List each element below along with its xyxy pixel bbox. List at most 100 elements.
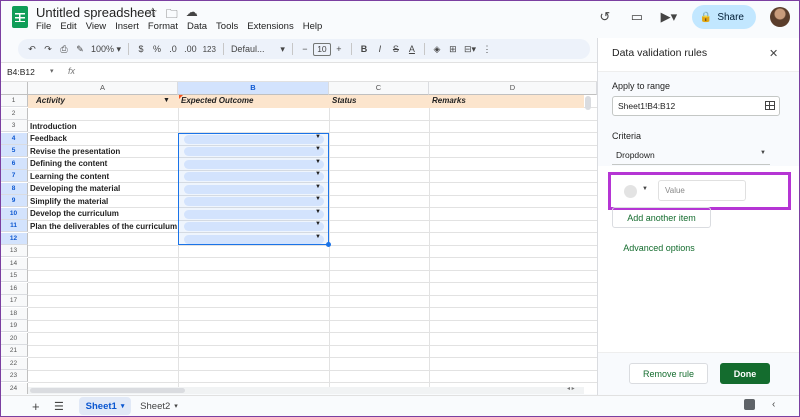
dropdown-chip[interactable]: ▼ bbox=[184, 184, 324, 194]
menu-insert[interactable]: Insert bbox=[115, 21, 139, 32]
value-input[interactable]: Value bbox=[658, 180, 746, 201]
all-sheets-icon[interactable]: ☰ bbox=[54, 400, 64, 413]
font-select[interactable]: Defaul... ▾ bbox=[228, 41, 288, 57]
row-header-20[interactable]: 20 bbox=[0, 332, 28, 345]
dropdown-chip[interactable]: ▼ bbox=[184, 234, 324, 244]
column-header-d[interactable]: D bbox=[429, 82, 597, 95]
filter-dropdown-icon[interactable]: ▼ bbox=[163, 97, 170, 104]
explore-icon[interactable] bbox=[744, 399, 755, 410]
font-size-input[interactable]: 10 bbox=[312, 42, 331, 56]
cell-a8[interactable]: Developing the material bbox=[30, 183, 120, 195]
dropdown-chip[interactable]: ▼ bbox=[184, 209, 324, 219]
menu-view[interactable]: View bbox=[86, 21, 106, 32]
italic-button[interactable]: I bbox=[372, 41, 388, 57]
zoom-select[interactable]: 100% ▾ bbox=[88, 41, 124, 57]
menu-format[interactable]: Format bbox=[148, 21, 178, 32]
undo-icon[interactable]: ↶ bbox=[24, 41, 40, 57]
bold-button[interactable]: B bbox=[356, 41, 372, 57]
print-icon[interactable]: ⎙ bbox=[56, 41, 72, 57]
remove-rule-button[interactable]: Remove rule bbox=[629, 363, 708, 384]
font-size-increase-icon[interactable]: + bbox=[331, 41, 347, 57]
row-header-8[interactable]: 8 bbox=[0, 182, 28, 195]
collapse-panel-icon[interactable]: ‹ bbox=[772, 399, 775, 410]
row-header-11[interactable]: 11 bbox=[0, 220, 28, 233]
paint-format-icon[interactable]: ✎ bbox=[72, 41, 88, 57]
row-header-9[interactable]: 9 bbox=[0, 195, 28, 208]
cell-a6[interactable]: Defining the content bbox=[30, 158, 107, 170]
row-header-19[interactable]: 19 bbox=[0, 320, 28, 333]
row-header-10[interactable]: 10 bbox=[0, 207, 28, 220]
menu-tools[interactable]: Tools bbox=[216, 21, 238, 32]
history-icon[interactable]: ↺ bbox=[596, 8, 614, 26]
menu-help[interactable]: Help bbox=[303, 21, 323, 32]
header-status[interactable]: Status bbox=[332, 95, 356, 107]
criteria-select[interactable]: Dropdown ▼ bbox=[612, 146, 770, 165]
redo-icon[interactable]: ↷ bbox=[40, 41, 56, 57]
text-color-button[interactable]: A bbox=[404, 41, 420, 57]
row-header-2[interactable]: 2 bbox=[0, 107, 28, 120]
more-options-icon[interactable]: ⋮ bbox=[479, 41, 495, 57]
row-header-1[interactable]: 1 bbox=[0, 95, 28, 108]
spreadsheet-grid[interactable]: A B C D 1 2 3 4 5 6 7 8 9 10 11 12 13 14 15 16 17 18 19 20 2… bbox=[0, 82, 597, 394]
chevron-down-icon[interactable]: ▼ bbox=[642, 186, 648, 192]
row-header-6[interactable]: 6 bbox=[0, 157, 28, 170]
row-header-4[interactable]: 4 bbox=[0, 132, 28, 145]
header-expected-outcome[interactable]: Expected Outcome bbox=[181, 95, 253, 107]
strikethrough-button[interactable]: S bbox=[388, 41, 404, 57]
row-header-24[interactable]: 24 bbox=[0, 382, 28, 394]
select-all-corner[interactable] bbox=[0, 82, 28, 95]
row-header-15[interactable]: 15 bbox=[0, 270, 28, 283]
dropdown-chip[interactable]: ▼ bbox=[184, 171, 324, 181]
item-color-picker[interactable] bbox=[624, 185, 637, 198]
merge-cells-icon[interactable]: ⊟▾ bbox=[461, 41, 479, 57]
chevron-down-icon[interactable]: ▼ bbox=[315, 221, 321, 227]
row-header-12[interactable]: 12 bbox=[0, 232, 28, 245]
borders-icon[interactable]: ⊞ bbox=[445, 41, 461, 57]
menu-data[interactable]: Data bbox=[187, 21, 207, 32]
menu-extensions[interactable]: Extensions bbox=[247, 21, 293, 32]
chevron-down-icon[interactable]: ▼ bbox=[315, 196, 321, 202]
vertical-scrollbar[interactable] bbox=[585, 96, 591, 110]
cell-a3[interactable]: Introduction bbox=[30, 121, 77, 133]
menu-edit[interactable]: Edit bbox=[60, 21, 76, 32]
header-activity[interactable]: Activity bbox=[36, 95, 65, 107]
cell-a5[interactable]: Revise the presentation bbox=[30, 146, 120, 158]
cell-a9[interactable]: Simplify the material bbox=[30, 196, 108, 208]
chevron-down-icon[interactable]: ▼ bbox=[315, 146, 321, 152]
horizontal-scrollbar[interactable] bbox=[30, 388, 185, 393]
chevron-down-icon[interactable]: ▾ bbox=[50, 67, 54, 75]
meet-icon[interactable]: ▶▾ bbox=[660, 8, 678, 26]
increase-decimal-button[interactable]: .00 bbox=[181, 41, 200, 57]
tab-sheet1[interactable]: Sheet1 ▾ bbox=[79, 397, 131, 415]
cell-a11[interactable]: Plan the deliverables of the curriculum bbox=[30, 221, 177, 233]
close-icon[interactable]: ✕ bbox=[769, 47, 778, 60]
name-box[interactable]: B4:B12 bbox=[7, 67, 35, 77]
scroll-arrows-icon[interactable]: ◂ ▸ bbox=[567, 385, 575, 392]
chevron-down-icon[interactable]: ▼ bbox=[315, 159, 321, 165]
chevron-down-icon[interactable]: ▼ bbox=[315, 234, 321, 240]
add-sheet-icon[interactable]: + bbox=[32, 399, 40, 414]
done-button[interactable]: Done bbox=[720, 363, 770, 384]
row-header-14[interactable]: 14 bbox=[0, 257, 28, 270]
row-header-23[interactable]: 23 bbox=[0, 370, 28, 383]
menu-file[interactable]: File bbox=[36, 21, 51, 32]
column-header-a[interactable]: A bbox=[28, 82, 178, 95]
font-size-decrease-icon[interactable]: − bbox=[297, 41, 313, 57]
row-header-7[interactable]: 7 bbox=[0, 170, 28, 183]
dropdown-chip[interactable]: ▼ bbox=[184, 159, 324, 169]
chevron-down-icon[interactable]: ▼ bbox=[315, 134, 321, 140]
dropdown-chip[interactable]: ▼ bbox=[184, 146, 324, 156]
chevron-down-icon[interactable]: ▼ bbox=[315, 184, 321, 190]
chevron-down-icon[interactable]: ▼ bbox=[315, 171, 321, 177]
grid-select-icon[interactable] bbox=[765, 101, 775, 110]
row-header-3[interactable]: 3 bbox=[0, 120, 28, 133]
sheets-logo-icon[interactable] bbox=[12, 6, 28, 28]
tab-sheet2[interactable]: Sheet2 ▾ bbox=[134, 397, 184, 415]
dropdown-chip[interactable]: ▼ bbox=[184, 196, 324, 206]
row-header-21[interactable]: 21 bbox=[0, 345, 28, 358]
advanced-options-button[interactable]: Advanced options bbox=[612, 238, 706, 258]
chevron-down-icon[interactable]: ▼ bbox=[315, 209, 321, 215]
comments-icon[interactable]: ▭ bbox=[628, 8, 646, 26]
row-header-17[interactable]: 17 bbox=[0, 295, 28, 308]
share-button[interactable]: 🔒 Share bbox=[691, 5, 756, 29]
